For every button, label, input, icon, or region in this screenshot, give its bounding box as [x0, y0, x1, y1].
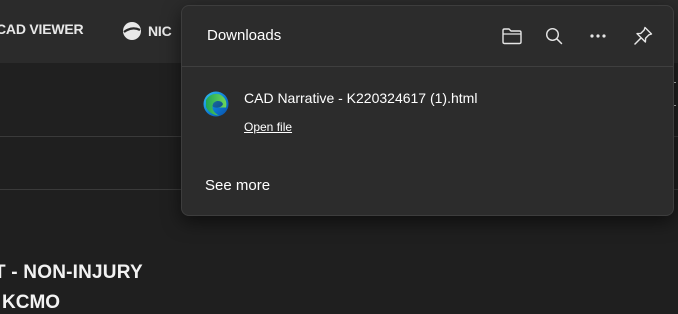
downloads-flyout: Downloads CAD Narrative - K220324617 (1)… — [181, 5, 674, 216]
downloads-title: Downloads — [207, 27, 282, 44]
incident-subtitle: KCMO — [2, 292, 61, 313]
search-downloads-button[interactable] — [541, 23, 567, 49]
open-downloads-folder-button[interactable] — [499, 23, 525, 49]
downloads-header: Downloads — [182, 6, 673, 67]
download-item[interactable]: CAD Narrative - K220324617 (1).html Open… — [182, 82, 673, 146]
open-file-link[interactable]: Open file — [244, 120, 292, 134]
more-options-button[interactable] — [585, 23, 611, 49]
see-more-link[interactable]: See more — [205, 177, 270, 194]
pin-icon — [634, 26, 653, 45]
download-file-name: CAD Narrative - K220324617 (1).html — [244, 90, 478, 106]
incident-title: T - NON-INJURY — [0, 262, 143, 283]
favorite-nic-label: NIC — [148, 23, 172, 39]
edge-browser-icon — [203, 91, 229, 117]
more-icon — [590, 34, 606, 38]
favorite-cad-viewer[interactable]: CAD VIEWER — [0, 21, 84, 37]
site-favicon-icon — [123, 22, 141, 40]
favorite-nic[interactable]: NIC — [122, 21, 172, 41]
pin-downloads-button[interactable] — [630, 23, 656, 49]
search-icon — [545, 27, 563, 45]
folder-icon — [502, 28, 522, 45]
